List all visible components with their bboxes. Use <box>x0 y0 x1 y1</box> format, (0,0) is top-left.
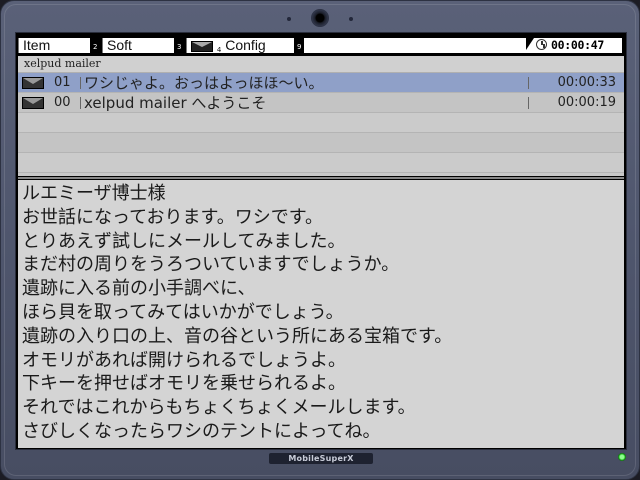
mail-subject: ワシじゃよ。おっはよっほほ〜い。 <box>84 74 324 92</box>
camera-icon <box>311 9 329 27</box>
mail-body-line: まだ村の周りをうろついていますでしょうか。 <box>22 254 400 276</box>
mail-body-line: ほら貝を取ってみてはいかがでしょう。 <box>22 301 344 323</box>
tab-number: 2 <box>93 43 98 51</box>
tab-number: 4 <box>216 46 222 54</box>
mail-icon <box>191 40 213 52</box>
menu-bar-fill <box>304 38 526 53</box>
panel-divider <box>18 177 624 179</box>
tab-item[interactable]: Item <box>18 38 90 53</box>
handheld-device-frame: Item 2 Soft 3 4 Config 9 00:00:47 xelpud… <box>0 0 640 480</box>
mail-body-line: お世話になっております。ワシです。 <box>22 206 323 228</box>
mail-body-line: 下キーを押せばオモリを乗せられるよ。 <box>22 373 346 395</box>
mail-body-line: 遺跡に入る前の小手調べに、 <box>22 278 256 300</box>
menu-bar: Item 2 Soft 3 4 Config 9 00:00:47 <box>18 35 624 55</box>
power-led-icon <box>618 453 626 461</box>
clock-icon <box>536 39 547 50</box>
mail-number: 01 <box>54 75 71 90</box>
mail-body-line: ルエミーザ博士様 <box>22 183 166 204</box>
empty-row <box>18 133 624 153</box>
mail-time: 00:00:33 <box>557 75 616 90</box>
empty-row <box>18 113 624 133</box>
mail-body-line: オモリがあれば開けられるでしょうよ。 <box>22 349 346 371</box>
mail-body: ルエミーザ博士様 お世話になっております。ワシです。 とりあえず試しにメールして… <box>18 180 624 448</box>
mail-body-line: とりあえず試しにメールしてみました。 <box>22 230 346 252</box>
mail-list: xelpud mailer 01 ワシじゃよ。おっはよっほほ〜い。 00:00:… <box>18 56 624 176</box>
mail-row[interactable]: 01 ワシじゃよ。おっはよっほほ〜い。 00:00:33 <box>18 73 624 93</box>
tab-number: 9 <box>297 43 302 51</box>
tab-label: Item <box>23 37 51 53</box>
tab-label: Config <box>225 37 266 53</box>
mail-number: 00 <box>54 95 71 110</box>
mail-row[interactable]: 00 xelpud mailer へようこそ 00:00:19 <box>18 93 624 113</box>
envelope-icon <box>22 97 44 109</box>
tab-config[interactable]: 4 Config <box>186 37 294 54</box>
mail-subject: xelpud mailer へようこそ <box>84 94 267 112</box>
mail-list-header: xelpud mailer <box>18 56 624 73</box>
empty-row <box>18 153 624 173</box>
mail-body-line: 遺跡の入り口の上、音の谷という所にある宝箱です。 <box>22 325 453 347</box>
play-time: 00:00:47 <box>551 38 604 52</box>
screen: Item 2 Soft 3 4 Config 9 00:00:47 xelpud… <box>15 32 627 450</box>
mail-time: 00:00:19 <box>557 95 616 110</box>
tab-soft[interactable]: Soft <box>102 38 174 53</box>
mail-body-line: それではこれからもちょくちょくメールします。 <box>22 397 416 419</box>
sensor-dot <box>349 17 353 21</box>
envelope-icon <box>22 77 44 89</box>
tab-number: 3 <box>177 43 182 51</box>
mail-body-line: さびしくなったらワシのテントによってね。 <box>22 420 381 442</box>
device-logo: MobileSuperX <box>269 453 373 464</box>
tab-label: Soft <box>107 37 132 53</box>
sensor-dot <box>287 17 291 21</box>
play-timer: 00:00:47 <box>524 38 622 53</box>
